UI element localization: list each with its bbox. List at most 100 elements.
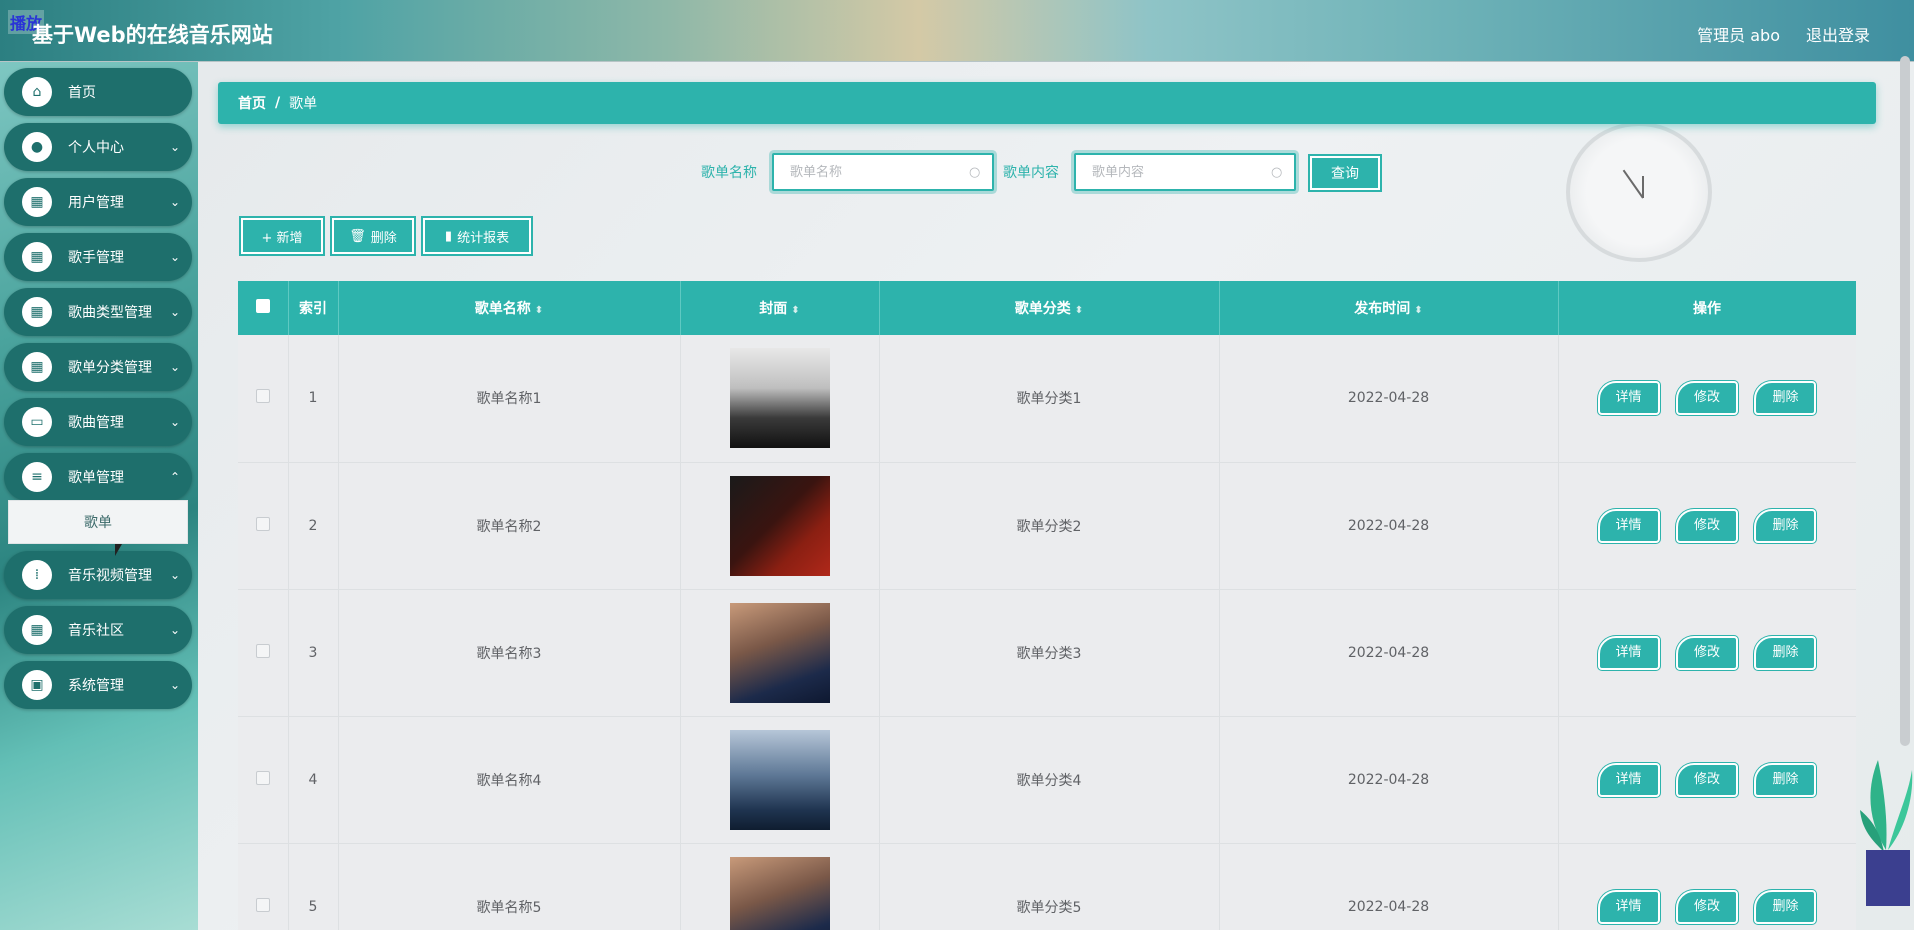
detail-button[interactable]: 详情 <box>1597 381 1660 416</box>
edit-button[interactable]: 修改 <box>1676 508 1738 543</box>
row-actions: 详情 修改 删除 <box>1558 589 1856 717</box>
delete-button[interactable]: 删除 <box>1754 508 1817 543</box>
sidebar-item-label: 歌曲管理 <box>68 415 124 431</box>
cover-image[interactable] <box>729 602 830 703</box>
apps-icon: ⁞ <box>22 560 52 590</box>
chevron-down-icon: ⌄ <box>169 678 180 692</box>
detail-button[interactable]: 详情 <box>1597 762 1660 797</box>
table-row: 5 歌单名称5 歌单分类5 2022-04-28 详情 修改 删除 <box>238 843 1856 930</box>
sort-icon[interactable]: ⬍ <box>1075 305 1083 316</box>
cover-image[interactable] <box>729 348 830 449</box>
chevron-down-icon: ⌄ <box>169 195 180 209</box>
column-label: 发布时间 <box>1354 301 1411 317</box>
row-category: 歌单分类3 <box>879 589 1220 717</box>
delete-button[interactable]: 删除 <box>1754 889 1817 924</box>
table-row: 1 歌单名称1 歌单分类1 2022-04-28 详情 修改 删除 <box>238 335 1856 463</box>
edit-button[interactable]: 修改 <box>1676 762 1738 797</box>
column-header-actions: 操作 <box>1558 281 1856 335</box>
row-checkbox[interactable] <box>238 462 289 590</box>
sidebar-item-music-community[interactable]: ▦ 音乐社区 ⌄ <box>4 606 192 654</box>
mouse-cursor-icon <box>115 544 122 556</box>
cover-image[interactable] <box>729 475 830 576</box>
row-category: 歌单分类4 <box>879 716 1220 844</box>
breadcrumb-home-link[interactable]: 首页 <box>238 93 266 113</box>
sidebar-item-label: 歌曲类型管理 <box>68 305 152 321</box>
sidebar-item-home[interactable]: ⌂ 首页 <box>4 68 192 116</box>
search-name-label: 歌单名称 <box>701 165 757 181</box>
sidebar-item-singer-management[interactable]: ▦ 歌手管理 ⌄ <box>4 233 192 281</box>
sidebar-item-song-type-management[interactable]: ▦ 歌曲类型管理 ⌄ <box>4 288 192 336</box>
sidebar-item-playlist-category-management[interactable]: ▦ 歌单分类管理 ⌄ <box>4 343 192 391</box>
sidebar-item-personal-center[interactable]: ● 个人中心 ⌄ <box>4 123 192 171</box>
row-checkbox[interactable] <box>238 589 289 717</box>
row-playlist-name: 歌单名称1 <box>338 335 681 463</box>
row-publish-date: 2022-04-28 <box>1219 335 1559 463</box>
column-label: 歌单名称 <box>474 301 531 317</box>
sidebar-item-playlist-management[interactable]: ≡ 歌单管理 ⌃ <box>4 453 192 501</box>
delete-button[interactable]: 删除 <box>1754 381 1817 416</box>
detail-button[interactable]: 详情 <box>1597 635 1660 670</box>
chevron-down-icon: ⌄ <box>169 568 180 582</box>
sidebar-item-song-management[interactable]: ▭ 歌曲管理 ⌄ <box>4 398 192 446</box>
detail-button[interactable]: 详情 <box>1597 508 1660 543</box>
sort-icon[interactable]: ⬍ <box>1414 305 1422 316</box>
chevron-down-icon: ⌄ <box>169 250 180 264</box>
sidebar-item-label: 个人中心 <box>68 140 124 156</box>
column-header-index: 索引 <box>288 281 339 335</box>
search-icon: ○ <box>969 165 981 180</box>
sort-icon[interactable]: ⬍ <box>791 305 799 316</box>
column-header-name[interactable]: 歌单名称 ⬍ <box>338 281 681 335</box>
add-button[interactable]: + 新增 <box>241 218 323 254</box>
sidebar-item-label: 系统管理 <box>68 678 124 694</box>
batch-delete-button[interactable]: 🗑 删除 <box>332 218 414 254</box>
column-header-cover[interactable]: 封面 ⬍ <box>680 281 880 335</box>
select-all-checkbox[interactable] <box>238 281 289 335</box>
chevron-up-icon: ⌃ <box>169 470 180 484</box>
cover-image[interactable] <box>729 729 830 830</box>
stats-report-button[interactable]: ▮ 统计报表 <box>423 218 531 254</box>
row-playlist-name: 歌单名称4 <box>338 716 681 844</box>
chevron-down-icon: ⌄ <box>169 140 180 154</box>
row-checkbox[interactable] <box>238 335 289 463</box>
grid-icon: ▦ <box>22 352 52 382</box>
column-header-date[interactable]: 发布时间 ⬍ <box>1219 281 1559 335</box>
query-button[interactable]: 查询 <box>1310 156 1380 190</box>
cover-image[interactable] <box>729 856 830 930</box>
user-icon: ● <box>22 132 52 162</box>
breadcrumb-separator: / <box>275 95 281 111</box>
row-index: 2 <box>288 462 339 590</box>
sidebar: ⌂ 首页 ● 个人中心 ⌄ ▦ 用户管理 ⌄ ▦ 歌手管理 ⌄ ▦ 歌曲类型管理… <box>0 62 198 930</box>
breadcrumb: 首页 / 歌单 <box>218 82 1876 124</box>
edit-button[interactable]: 修改 <box>1676 889 1738 924</box>
edit-button[interactable]: 修改 <box>1676 635 1738 670</box>
row-checkbox[interactable] <box>238 843 289 930</box>
sidebar-subitem-playlist[interactable]: 歌单 <box>8 500 188 544</box>
row-category: 歌单分类5 <box>879 843 1220 930</box>
row-checkbox[interactable] <box>238 716 289 844</box>
sidebar-item-label: 音乐视频管理 <box>68 568 152 584</box>
delete-button[interactable]: 删除 <box>1754 635 1817 670</box>
search-content-label: 歌单内容 <box>1003 165 1059 181</box>
sidebar-item-user-management[interactable]: ▦ 用户管理 ⌄ <box>4 178 192 226</box>
column-header-category[interactable]: 歌单分类 ⬍ <box>879 281 1220 335</box>
row-actions: 详情 修改 删除 <box>1558 716 1856 844</box>
chevron-down-icon: ⌄ <box>169 415 180 429</box>
top-header: 播放 基于Web的在线音乐网站 管理员 abo 退出登录 <box>0 0 1914 62</box>
bar-chart-icon: ▮ <box>444 228 453 244</box>
row-publish-date: 2022-04-28 <box>1219 462 1559 590</box>
sidebar-item-music-video-management[interactable]: ⁞ 音乐视频管理 ⌄ <box>4 551 192 599</box>
search-content-input[interactable] <box>1074 153 1296 191</box>
app-title: 基于Web的在线音乐网站 <box>32 23 273 47</box>
delete-button[interactable]: 删除 <box>1754 762 1817 797</box>
edit-button[interactable]: 修改 <box>1676 381 1738 416</box>
search-icon: ○ <box>1271 165 1283 180</box>
logout-link[interactable]: 退出登录 <box>1806 22 1870 46</box>
sidebar-item-label: 歌单管理 <box>68 470 124 486</box>
detail-button[interactable]: 详情 <box>1597 889 1660 924</box>
table-row: 3 歌单名称3 歌单分类3 2022-04-28 详情 修改 删除 <box>238 589 1856 717</box>
sort-icon[interactable]: ⬍ <box>535 305 543 316</box>
search-name-input[interactable] <box>772 153 994 191</box>
sidebar-item-system-management[interactable]: ▣ 系统管理 ⌄ <box>4 661 192 709</box>
table-row: 2 歌单名称2 歌单分类2 2022-04-28 详情 修改 删除 <box>238 462 1856 590</box>
page-scrollbar[interactable] <box>1900 56 1910 746</box>
